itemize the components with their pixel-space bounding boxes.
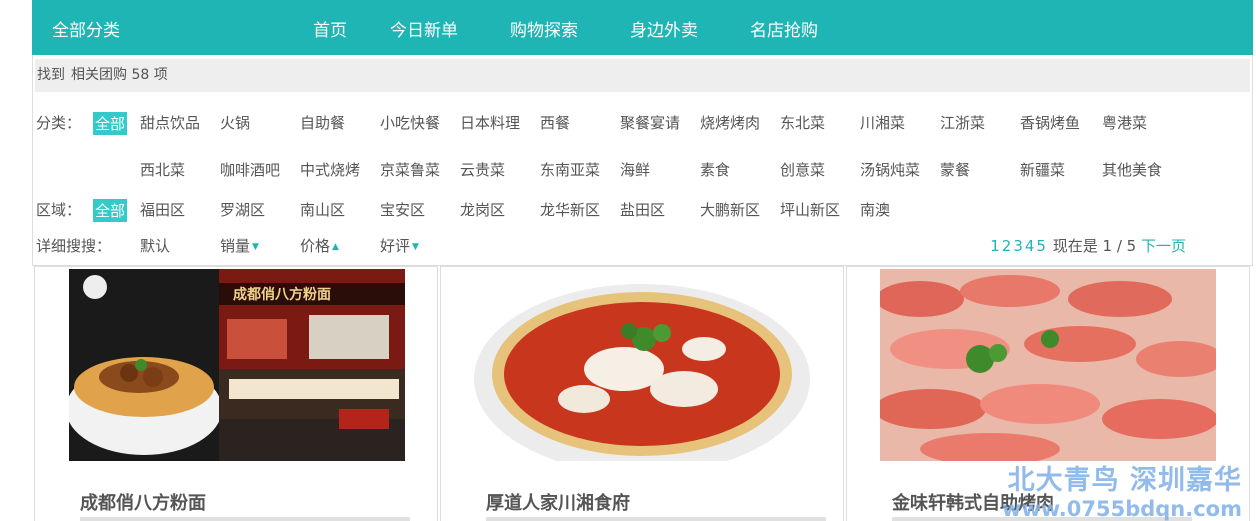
- deal-subtitle: [486, 517, 826, 521]
- shop-sign-text: 成都俏八方粉面: [233, 286, 331, 303]
- category-option[interactable]: 自助餐: [300, 112, 345, 133]
- category-option[interactable]: 江浙菜: [940, 112, 985, 133]
- category-option[interactable]: 小吃快餐: [380, 112, 440, 133]
- category-option[interactable]: 汤锅炖菜: [860, 159, 920, 180]
- filter-panel: 找到 相关团购 58 项 分类： 全部 甜点饮品 火锅 自助餐 小吃快餐 日本料理 西餐 聚餐宴…: [32, 55, 1253, 266]
- all-categories-button[interactable]: 全部分类: [52, 16, 120, 41]
- category-option[interactable]: 云贵菜: [460, 159, 505, 180]
- category-option[interactable]: 烧烤烤肉: [700, 112, 760, 133]
- region-option[interactable]: 坪山新区: [780, 199, 840, 220]
- result-count-bar: 找到 相关团购 58 项: [35, 59, 1250, 92]
- page-link[interactable]: 5: [1036, 237, 1046, 255]
- watermark-logo: 北大青鸟 深圳嘉华 www.0755bdqn.com: [1002, 458, 1242, 521]
- category-option[interactable]: 咖啡酒吧: [220, 159, 280, 180]
- nav-home[interactable]: 首页: [313, 16, 347, 41]
- top-nav: 全部分类 首页 今日新单 购物探索 身边外卖 名店抢购: [32, 0, 1253, 55]
- next-page-link[interactable]: 下一页: [1141, 237, 1186, 255]
- sort-option[interactable]: 默认: [140, 235, 170, 256]
- page-link[interactable]: 2: [1002, 237, 1012, 255]
- found-prefix: 找到: [37, 67, 65, 83]
- category-option[interactable]: 素食: [700, 159, 730, 180]
- watermark-line2: www.0755bdqn.com: [1001, 497, 1242, 521]
- deal-title[interactable]: 厚道人家川湘食府: [486, 489, 630, 515]
- region-option[interactable]: 盐田区: [620, 199, 665, 220]
- category-option[interactable]: 日本料理: [460, 112, 520, 133]
- category-option[interactable]: 京菜鲁菜: [380, 159, 440, 180]
- category-option[interactable]: 创意菜: [780, 159, 825, 180]
- category-option[interactable]: 蒙餐: [940, 159, 970, 180]
- nav-nearby-takeout[interactable]: 身边外卖: [630, 16, 698, 41]
- sort-asc-icon: ▲: [332, 242, 339, 252]
- category-label: 分类：: [36, 114, 82, 132]
- region-label: 区域：: [36, 201, 82, 219]
- category-option[interactable]: 东北菜: [780, 112, 825, 133]
- deal-subtitle: [80, 517, 410, 521]
- sort-label: 详细搜搜：: [36, 237, 112, 255]
- deal-card[interactable]: 厚道人家川湘食府: [440, 266, 844, 521]
- category-option[interactable]: 其他美食: [1102, 159, 1162, 180]
- region-option[interactable]: 宝安区: [380, 199, 425, 220]
- category-option[interactable]: 西餐: [540, 112, 570, 133]
- category-option[interactable]: 海鲜: [620, 159, 650, 180]
- category-option[interactable]: 西北菜: [140, 159, 185, 180]
- deal-image[interactable]: [880, 269, 1216, 461]
- category-option[interactable]: 中式烧烤: [300, 159, 360, 180]
- sort-option[interactable]: 好评 ▼: [380, 235, 419, 256]
- page-link[interactable]: 1: [990, 237, 1000, 255]
- category-option[interactable]: 新疆菜: [1020, 159, 1065, 180]
- category-option[interactable]: 粤港菜: [1102, 112, 1147, 133]
- region-option[interactable]: 罗湖区: [220, 199, 265, 220]
- region-option[interactable]: 大鹏新区: [700, 199, 760, 220]
- sort-desc-icon: ▼: [412, 242, 419, 252]
- region-option[interactable]: 全部: [93, 199, 128, 222]
- sort-desc-icon: ▼: [252, 242, 259, 252]
- watermark-line1: 北大青鸟 深圳嘉华: [1007, 465, 1242, 496]
- category-option[interactable]: 川湘菜: [860, 112, 905, 133]
- nav-shopping-explore[interactable]: 购物探索: [510, 16, 578, 41]
- nav-famous-shops[interactable]: 名店抢购: [750, 16, 818, 41]
- region-option[interactable]: 南山区: [300, 199, 345, 220]
- page-status: 现在是 1 / 5: [1052, 237, 1137, 255]
- nav-today-new[interactable]: 今日新单: [390, 16, 458, 41]
- pagination: 12345 现在是 1 / 5 下一页: [990, 235, 1186, 256]
- deal-image[interactable]: [474, 269, 810, 461]
- page-link[interactable]: 3: [1013, 237, 1023, 255]
- region-option[interactable]: 龙岗区: [460, 199, 505, 220]
- deal-title[interactable]: 成都俏八方粉面: [80, 489, 206, 515]
- sort-option[interactable]: 销量 ▼: [220, 235, 259, 256]
- category-option[interactable]: 甜点饮品: [140, 112, 200, 133]
- deal-card[interactable]: 成都俏八方粉面 成都俏八方粉面: [34, 266, 438, 521]
- category-option[interactable]: 东南亚菜: [540, 159, 600, 180]
- found-count: 相关团购 58 项: [71, 67, 168, 83]
- region-option[interactable]: 南澳: [860, 199, 890, 220]
- category-option[interactable]: 聚餐宴请: [620, 112, 680, 133]
- category-option[interactable]: 全部: [93, 112, 128, 135]
- deal-image[interactable]: 成都俏八方粉面: [69, 269, 405, 461]
- category-option[interactable]: 香锅烤鱼: [1020, 112, 1080, 133]
- page-link[interactable]: 4: [1025, 237, 1035, 255]
- category-option[interactable]: 火锅: [220, 112, 250, 133]
- region-option[interactable]: 福田区: [140, 199, 185, 220]
- sort-option[interactable]: 价格 ▲: [300, 235, 339, 256]
- region-option[interactable]: 龙华新区: [540, 199, 600, 220]
